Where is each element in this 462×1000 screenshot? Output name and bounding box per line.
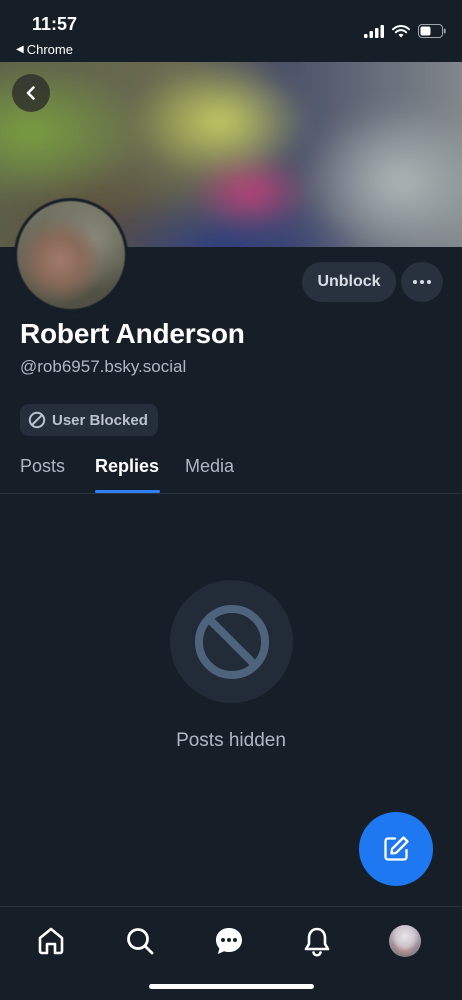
wifi-icon — [392, 24, 410, 37]
back-to-app-link[interactable]: ◀ Chrome — [16, 42, 73, 57]
user-blocked-label: User Blocked — [52, 411, 148, 429]
back-triangle-icon: ◀ — [16, 44, 24, 55]
tab-replies[interactable]: Replies — [95, 456, 159, 477]
chevron-left-icon — [26, 86, 35, 100]
display-name: Robert Anderson — [20, 318, 245, 349]
profile-handle: @rob6957.bsky.social — [20, 357, 187, 376]
tab-media[interactable]: Media — [185, 456, 234, 477]
status-icons — [364, 24, 446, 38]
bell-icon — [304, 927, 330, 957]
profile-tabs: Posts Replies Media — [0, 446, 462, 494]
cellular-signal-icon — [364, 24, 384, 38]
unblock-button[interactable]: Unblock — [302, 262, 396, 302]
battery-icon — [418, 24, 446, 38]
status-bar: 11:57 ◀ Chrome — [0, 0, 462, 62]
prohibited-icon — [194, 604, 269, 679]
home-indicator — [149, 984, 314, 989]
nav-search[interactable] — [122, 923, 158, 959]
posts-hidden-message: Posts hidden — [176, 730, 286, 751]
nav-chat[interactable] — [211, 923, 247, 959]
status-time: 11:57 — [32, 14, 78, 34]
nav-home[interactable] — [33, 923, 69, 959]
profile-avatar-small — [389, 925, 421, 957]
profile-avatar[interactable] — [14, 198, 128, 312]
tab-posts[interactable]: Posts — [20, 456, 65, 477]
home-icon — [38, 927, 64, 955]
active-tab-indicator — [95, 490, 160, 493]
nav-notifications[interactable] — [299, 923, 335, 959]
back-app-label: Chrome — [26, 42, 73, 57]
compose-post-button[interactable] — [359, 812, 433, 886]
block-icon — [28, 411, 46, 429]
compose-icon — [384, 836, 409, 861]
search-icon — [127, 928, 154, 955]
nav-profile[interactable] — [387, 923, 423, 959]
posts-hidden-icon-container — [170, 580, 293, 703]
more-options-button[interactable] — [401, 262, 443, 302]
ellipsis-icon — [413, 280, 431, 284]
chat-icon — [216, 928, 242, 954]
user-blocked-badge: User Blocked — [20, 404, 158, 436]
back-button[interactable] — [12, 74, 50, 112]
